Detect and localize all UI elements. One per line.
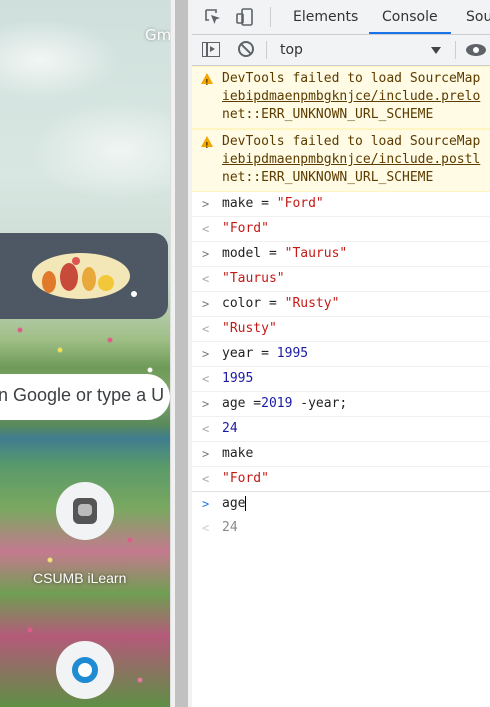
result-value: "Ford" bbox=[222, 221, 269, 236]
console-result: < 24 bbox=[192, 417, 490, 442]
console-result: < "Taurus" bbox=[192, 267, 490, 292]
toolbar-divider bbox=[270, 7, 271, 27]
toolbar-divider bbox=[455, 41, 456, 59]
warning-source-link[interactable]: iebipdmaenpmbgknjce/include.postl bbox=[222, 151, 490, 169]
command-value: 1995 bbox=[276, 346, 309, 361]
command-chevron-icon: > bbox=[202, 247, 210, 261]
console-result: < "Ford" bbox=[192, 467, 490, 492]
show-sidebar-icon[interactable] bbox=[202, 42, 220, 57]
result-value: "Rusty" bbox=[222, 321, 277, 336]
console-command: > age =2019 -year; bbox=[192, 392, 490, 417]
page-scrollbar[interactable] bbox=[170, 0, 193, 707]
result-value: 1995 bbox=[222, 371, 254, 386]
prompt-chevron-icon: > bbox=[202, 497, 210, 511]
console-command: > make = "Ford" bbox=[192, 192, 490, 217]
command-value: 2019 bbox=[261, 396, 293, 411]
ilearn-icon bbox=[73, 498, 97, 524]
device-toolbar-icon[interactable] bbox=[235, 7, 255, 27]
result-arrow-icon: < bbox=[202, 422, 210, 436]
result-arrow-icon: < bbox=[202, 222, 210, 236]
circle-logo-icon bbox=[72, 657, 98, 683]
toolbar-divider bbox=[266, 41, 267, 59]
console-prompt[interactable]: > age bbox=[192, 492, 490, 516]
result-arrow-icon: < bbox=[202, 322, 210, 336]
tab-sources[interactable]: Sou bbox=[453, 0, 490, 34]
console-toolbar: top bbox=[192, 35, 490, 66]
console-command: > make bbox=[192, 442, 490, 467]
command-text: age = bbox=[222, 396, 262, 411]
console-warning: DevTools failed to load SourceMap iebipd… bbox=[192, 66, 490, 129]
command-chevron-icon: > bbox=[202, 197, 210, 211]
tab-elements[interactable]: Elements bbox=[280, 0, 371, 34]
clear-console-icon[interactable] bbox=[238, 41, 254, 57]
result-arrow-icon: < bbox=[202, 272, 210, 286]
result-value: "Taurus" bbox=[222, 271, 285, 286]
warning-error-code: net::ERR_UNKNOWN_URL_SCHEME bbox=[222, 170, 434, 185]
inspect-element-icon[interactable] bbox=[203, 7, 223, 27]
command-text: make = bbox=[222, 196, 277, 211]
search-placeholder: n Google or type a U bbox=[0, 385, 165, 405]
warning-source-link[interactable]: iebipdmaenpmbgknjce/include.prelo bbox=[222, 88, 490, 106]
doodle-share-dot[interactable] bbox=[131, 291, 137, 297]
warning-error-code: net::ERR_UNKNOWN_URL_SCHEME bbox=[222, 107, 434, 122]
text-cursor bbox=[245, 496, 247, 511]
command-chevron-icon: > bbox=[202, 347, 210, 361]
eager-result-value: 24 bbox=[222, 520, 238, 535]
devtools-panel: Elements Console Sou top DevTools failed… bbox=[192, 0, 490, 707]
console-command: > year = 1995 bbox=[192, 342, 490, 367]
command-text: year = bbox=[222, 346, 277, 361]
google-doodle[interactable] bbox=[0, 233, 168, 319]
search-box[interactable]: n Google or type a U bbox=[0, 374, 170, 420]
warning-text: DevTools failed to load SourceMap bbox=[222, 134, 481, 149]
prompt-input-text[interactable]: age bbox=[222, 496, 245, 511]
shortcut-label: CSUMB iLearn bbox=[33, 570, 127, 586]
warning-text: DevTools failed to load SourceMap bbox=[222, 71, 481, 86]
command-text: color = bbox=[222, 296, 285, 311]
devtools-tabbar: Elements Console Sou bbox=[192, 0, 490, 35]
command-value: "Ford" bbox=[276, 196, 324, 211]
shortcut-csumb-ilearn[interactable] bbox=[56, 482, 114, 540]
context-selector[interactable]: top bbox=[274, 35, 444, 65]
console-messages: DevTools failed to load SourceMap iebipd… bbox=[192, 66, 490, 540]
command-chevron-icon: > bbox=[202, 447, 210, 461]
console-command: > color = "Rusty" bbox=[192, 292, 490, 317]
warning-icon bbox=[201, 73, 213, 92]
live-expression-eye-icon[interactable] bbox=[466, 44, 486, 56]
new-tab-page: Gm n Google or type a U CSUMB iLearn bbox=[0, 0, 170, 707]
command-value: "Taurus" bbox=[284, 246, 348, 261]
command-text: make bbox=[222, 446, 254, 461]
shortcut-tile[interactable] bbox=[56, 641, 114, 699]
console-result: < "Ford" bbox=[192, 217, 490, 242]
console-result: < 1995 bbox=[192, 367, 490, 392]
result-arrow-icon: < bbox=[202, 472, 210, 486]
result-arrow-icon: < bbox=[202, 521, 210, 535]
doodle-image bbox=[32, 253, 130, 299]
command-chevron-icon: > bbox=[202, 297, 210, 311]
context-value: top bbox=[280, 42, 303, 58]
console-result: < "Rusty" bbox=[192, 317, 490, 342]
command-value: "Rusty" bbox=[284, 296, 340, 311]
command-text-tail: -year; bbox=[292, 396, 348, 411]
command-text: model = bbox=[222, 246, 285, 261]
console-warning: DevTools failed to load SourceMap iebipd… bbox=[192, 129, 490, 192]
tab-console[interactable]: Console bbox=[369, 0, 451, 34]
dropdown-arrow-icon bbox=[431, 47, 441, 54]
result-value: "Ford" bbox=[222, 471, 269, 486]
result-value: 24 bbox=[222, 421, 238, 436]
warning-icon bbox=[201, 136, 213, 155]
gmail-link[interactable]: Gm bbox=[145, 26, 170, 44]
eager-evaluation-preview: < 24 bbox=[192, 516, 490, 540]
result-arrow-icon: < bbox=[202, 372, 210, 386]
console-command: > model = "Taurus" bbox=[192, 242, 490, 267]
scrollbar-thumb[interactable] bbox=[175, 0, 188, 707]
command-chevron-icon: > bbox=[202, 397, 210, 411]
